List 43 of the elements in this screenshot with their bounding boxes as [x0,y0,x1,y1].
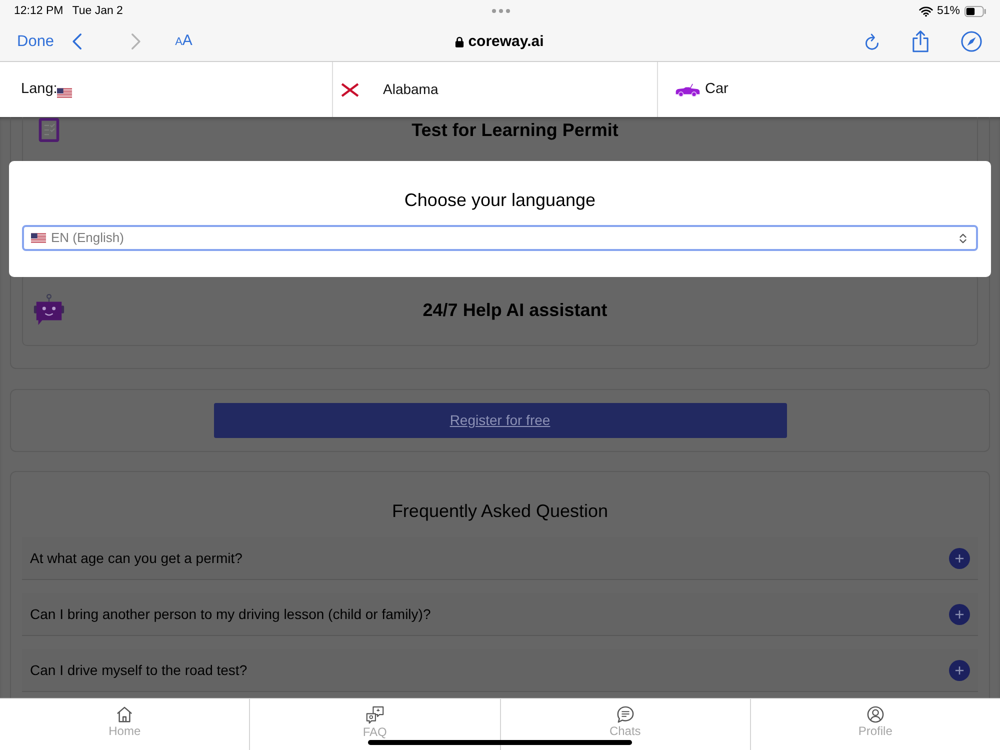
reload-button[interactable] [864,32,880,50]
register-button[interactable]: Register for free [214,403,786,438]
wifi-icon [918,6,933,16]
multitask-dots-icon[interactable] [492,9,510,13]
chevron-right-icon [131,33,142,50]
checklist-icon [38,118,60,142]
text-size-button[interactable]: AA [175,32,192,51]
status-date: Tue Jan 2 [72,4,123,18]
home-icon [116,706,134,723]
address-bar[interactable]: coreway.ai [455,32,544,50]
car-icon [674,82,701,96]
expand-button[interactable] [949,660,970,680]
battery-icon [964,6,987,16]
flag-icon [57,88,72,98]
done-button[interactable]: Done [17,32,54,50]
lock-icon [455,36,464,48]
expand-button[interactable] [949,548,970,568]
dialog-title: Choose your languange [403,189,597,212]
up-down-chevron-icon [959,232,967,244]
back-button[interactable] [72,33,82,50]
status-time: 12:12 PM [14,4,64,18]
saltire-icon [341,82,359,96]
robot-icon [33,294,65,326]
flag-icon [31,233,46,243]
faq-heading: Frequently Asked Question [390,500,610,523]
compass-button[interactable] [961,31,982,52]
chat-icon [616,706,634,723]
share-button[interactable] [912,30,930,53]
share-icon [912,30,930,53]
language-select[interactable]: EN (English) [22,225,978,251]
expand-button[interactable] [949,604,970,624]
faq-question[interactable]: At what age can you get a permit? [30,549,949,567]
reload-icon [864,32,880,50]
faq-question[interactable]: Can I bring another person to my driving lesson (child or family)? [30,605,949,623]
compass-icon [961,31,982,52]
plus-icon [955,610,964,618]
faq-question[interactable]: Can I drive myself to the road test? [30,661,949,679]
battery-percent: 51% [936,4,960,18]
speech-bubbles-icon [366,706,384,724]
plus-icon [955,666,964,674]
profile-icon [866,706,884,723]
chevron-left-icon [72,33,82,50]
plus-icon [955,554,964,562]
